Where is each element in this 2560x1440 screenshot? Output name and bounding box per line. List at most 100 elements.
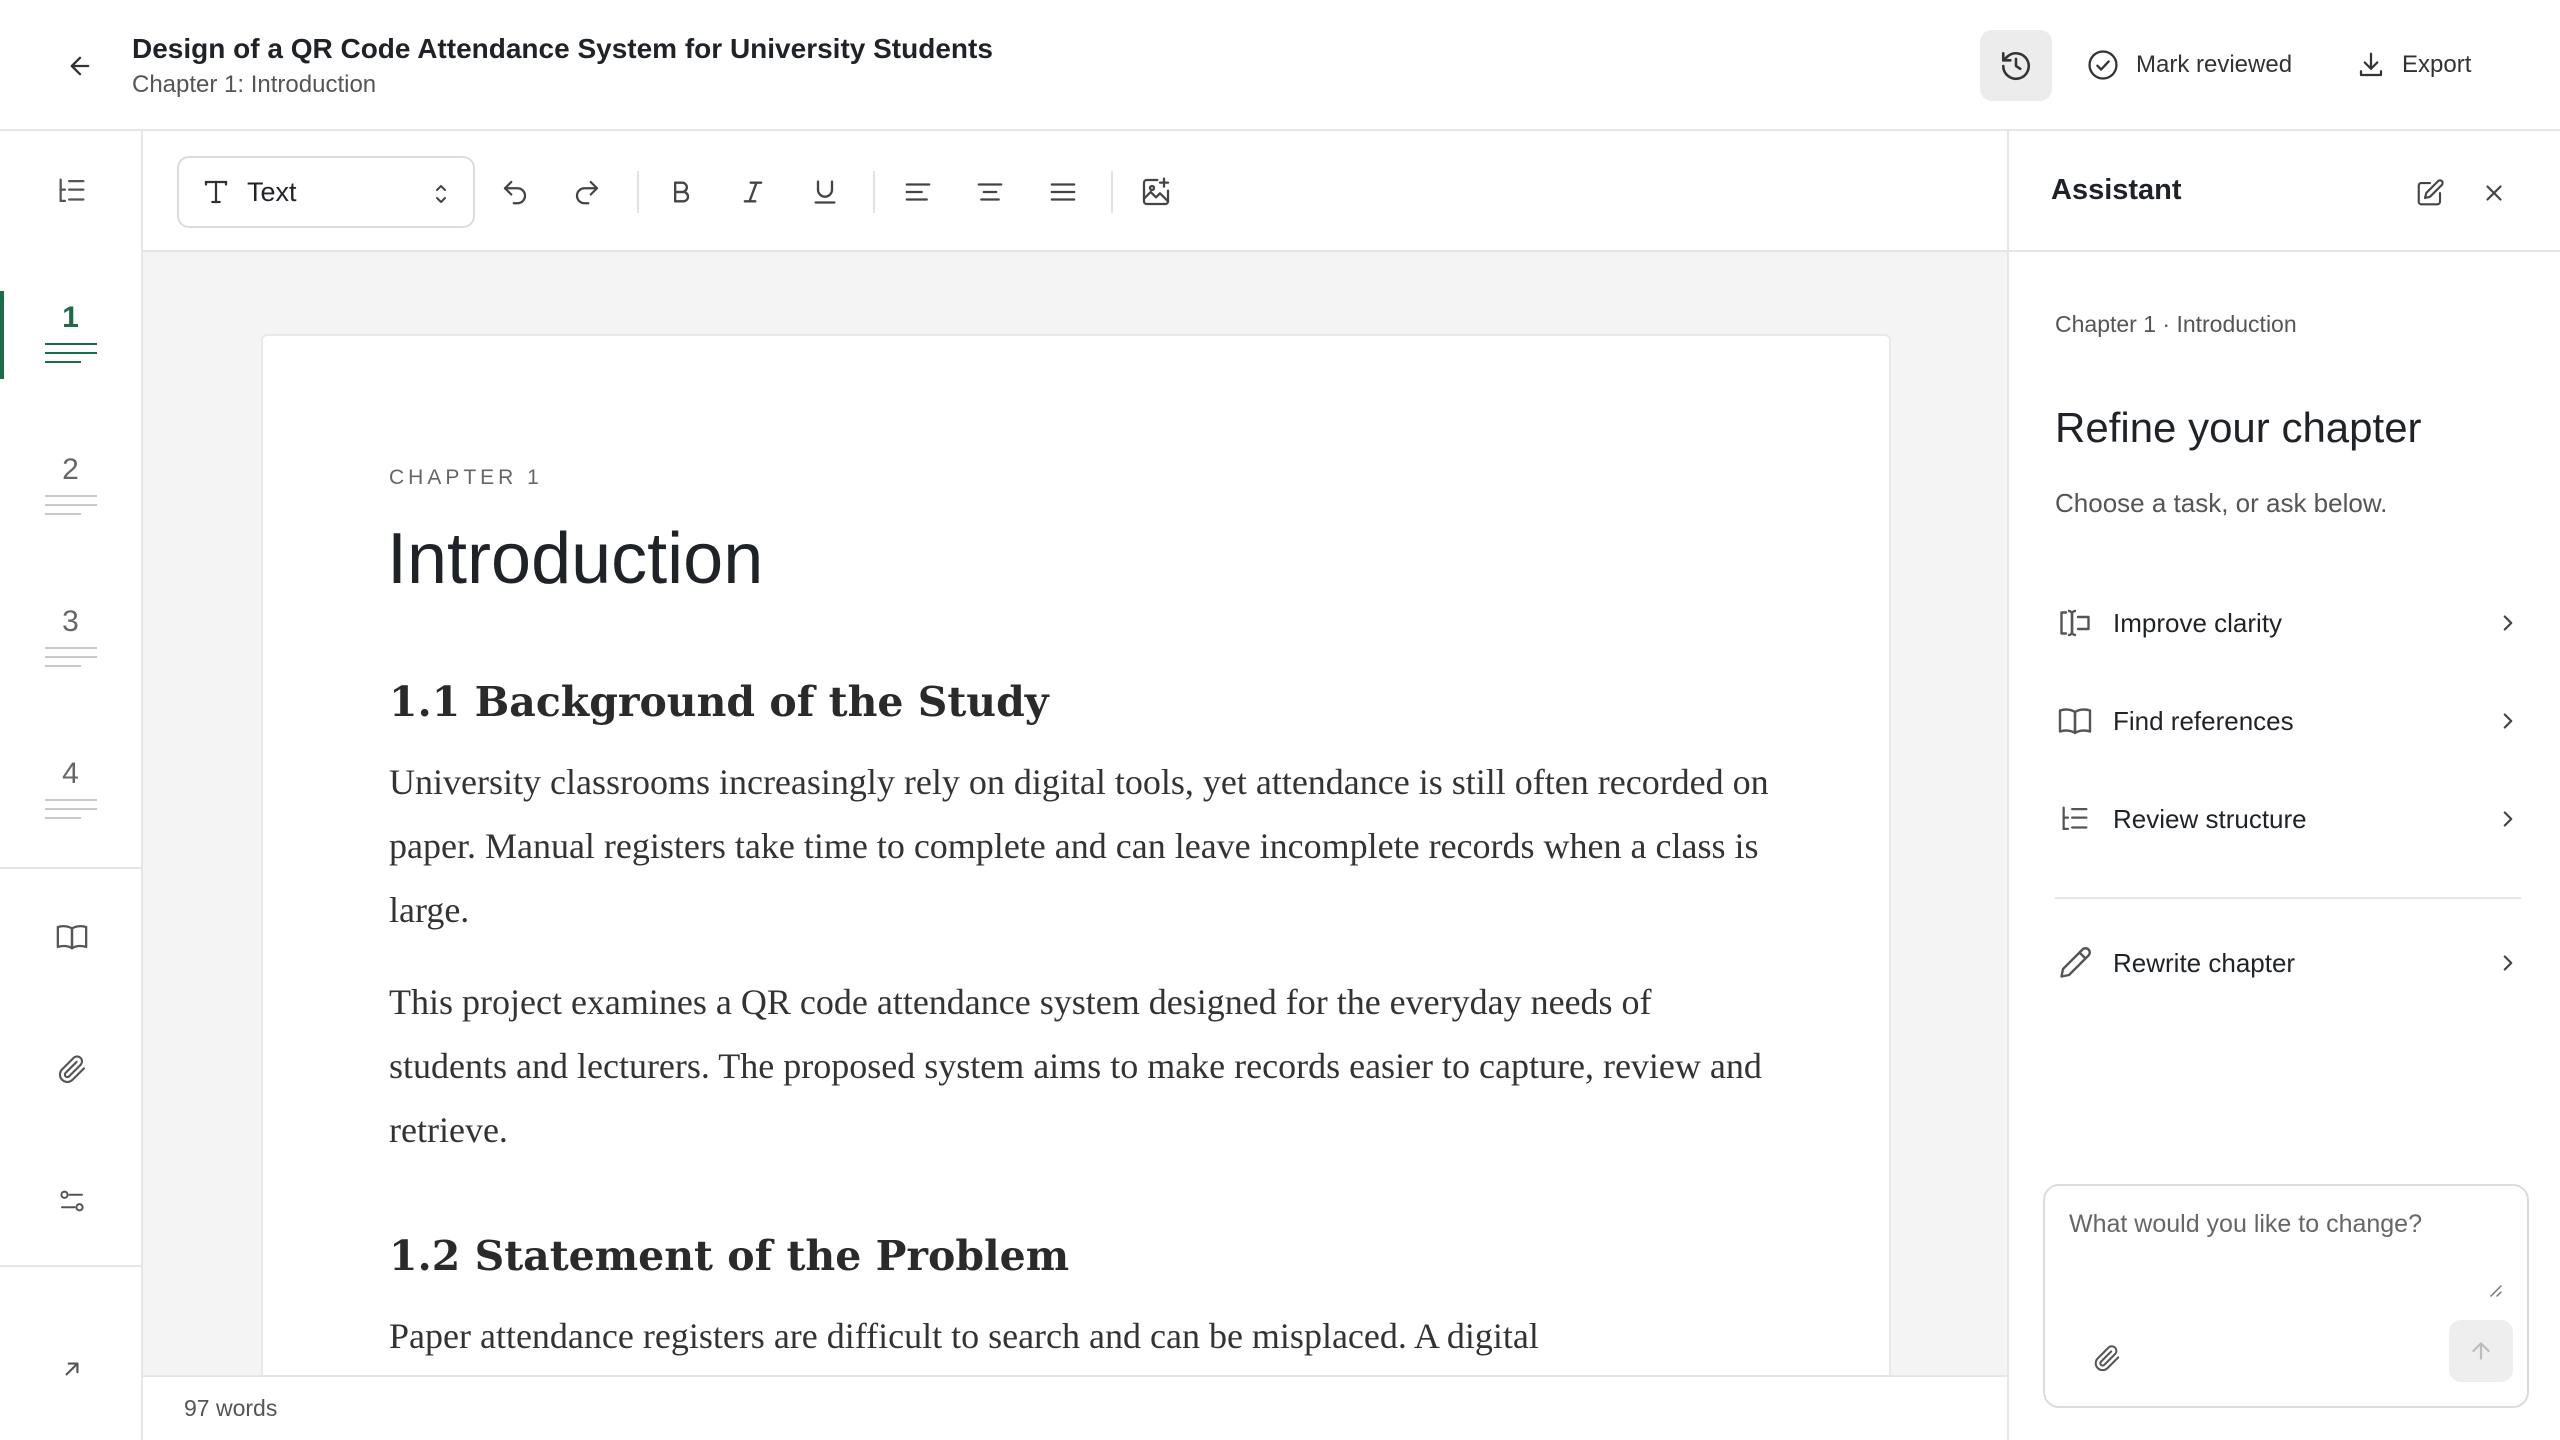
italic-button[interactable]: [729, 169, 777, 215]
history-button[interactable]: [1980, 30, 2052, 101]
left-rail: 1 2 3 4: [0, 131, 143, 1440]
undo-button[interactable]: [491, 169, 539, 215]
download-icon: [2359, 52, 2383, 77]
chapter-nav-item-1[interactable]: 1: [0, 291, 141, 403]
chapter-thumbnail: [45, 343, 97, 370]
send-button[interactable]: [2449, 1320, 2513, 1382]
paragraph[interactable]: University classrooms increasingly rely …: [389, 750, 1769, 942]
chapter-number: 1: [62, 301, 79, 334]
sliders-icon: [60, 1190, 84, 1212]
underline-button[interactable]: [801, 169, 849, 215]
align-left-icon: [905, 183, 931, 201]
pencil-icon: [2055, 943, 2095, 983]
section-heading[interactable]: 1.1 Background of the Study: [389, 678, 1049, 726]
text-style-select[interactable]: Text: [177, 156, 475, 228]
chapter-thumbnail: [45, 799, 97, 826]
mark-reviewed-button[interactable]: Mark reviewed: [2086, 38, 2292, 92]
close-assistant-button[interactable]: [2472, 171, 2516, 215]
redo-button[interactable]: [563, 169, 611, 215]
insert-image-button[interactable]: [1132, 169, 1180, 215]
align-center-button[interactable]: [966, 169, 1014, 215]
toolbar-separator: [1111, 171, 1113, 213]
task-find-references[interactable]: Find references: [2055, 685, 2521, 757]
assistant-header: Assistant: [2009, 131, 2560, 252]
edit-icon: [2417, 179, 2444, 206]
task-rewrite-chapter[interactable]: Rewrite chapter: [2055, 927, 2521, 999]
top-header: Design of a QR Code Attendance System fo…: [0, 0, 2560, 131]
word-count: 97 words: [184, 1395, 278, 1421]
chevron-right-icon: [2503, 713, 2513, 729]
attach-file-button[interactable]: [2085, 1336, 2129, 1380]
align-left-button[interactable]: [894, 169, 942, 215]
chapter-nav-item-4[interactable]: 4: [0, 747, 141, 859]
bold-button[interactable]: [657, 169, 705, 215]
export-button[interactable]: Export: [2356, 38, 2471, 92]
chapter-number: 2: [62, 453, 79, 486]
arrow-up-icon: [2472, 1342, 2490, 1360]
chapter-nav-item-3[interactable]: 3: [0, 595, 141, 707]
editor-canvas: CHAPTER 1 Introduction 1.1 Background of…: [143, 252, 2007, 1375]
align-center-icon: [977, 183, 1003, 201]
rail-divider: [0, 867, 141, 869]
back-button[interactable]: [52, 42, 108, 90]
resize-handle-icon[interactable]: [2487, 1282, 2503, 1298]
chapter-number: 3: [62, 605, 79, 638]
arrow-up-right-icon: [65, 1362, 79, 1376]
chevron-right-icon: [2503, 955, 2513, 971]
chapter-thumbnail: [45, 495, 97, 522]
close-icon: [2486, 185, 2502, 201]
assistant-composer: [2043, 1184, 2529, 1408]
chevron-up-down-icon: [436, 185, 446, 203]
task-label: Rewrite chapter: [2113, 947, 2296, 978]
section-heading[interactable]: 1.2 Statement of the Problem: [389, 1232, 1069, 1280]
paperclip-icon: [58, 1055, 86, 1083]
formatting-toolbar: Text: [143, 131, 2007, 252]
paperclip-icon: [2094, 1345, 2120, 1372]
assistant-title: Assistant: [2051, 174, 2182, 206]
rail-divider: [0, 1265, 141, 1267]
chapter-title[interactable]: Introduction: [387, 518, 763, 600]
new-chat-button[interactable]: [2408, 171, 2452, 215]
document-subtitle: Chapter 1: Introduction: [132, 71, 377, 98]
document-title: Design of a QR Code Attendance System fo…: [132, 33, 993, 64]
italic-icon: [743, 181, 763, 203]
toolbar-separator: [637, 171, 639, 213]
expand-button[interactable]: [40, 1341, 104, 1397]
settings-button[interactable]: [40, 1173, 104, 1229]
align-justify-button[interactable]: [1039, 169, 1087, 215]
outline-toggle-button[interactable]: [40, 163, 104, 219]
align-justify-icon: [1050, 183, 1076, 201]
paragraph[interactable]: This project examines a QR code attendan…: [389, 970, 1769, 1162]
chevron-right-icon: [2503, 615, 2513, 631]
toolbar-separator: [873, 171, 875, 213]
task-label: Review structure: [2113, 803, 2307, 834]
text-cursor-icon: [2055, 603, 2095, 643]
list-tree-icon: [2055, 799, 2095, 839]
check-circle-icon: [2088, 50, 2118, 80]
book-open-icon: [56, 925, 88, 950]
assistant-divider: [2055, 897, 2521, 899]
document-page[interactable]: CHAPTER 1 Introduction 1.1 Background of…: [261, 334, 1891, 1375]
chevron-right-icon: [2503, 811, 2513, 827]
references-button[interactable]: [40, 909, 104, 965]
chapter-thumbnail: [45, 647, 97, 674]
status-bar: 97 words: [143, 1375, 2007, 1440]
task-label: Improve clarity: [2113, 607, 2283, 638]
mark-reviewed-label: Mark reviewed: [2136, 51, 2293, 78]
task-review-structure[interactable]: Review structure: [2055, 783, 2521, 855]
type-icon: [204, 180, 228, 204]
history-icon: [2001, 51, 2031, 80]
task-label: Find references: [2113, 705, 2294, 736]
assistant-heading: Refine your chapter: [2055, 404, 2422, 451]
assistant-subheading: Choose a task, or ask below.: [2055, 488, 2388, 518]
undo-icon: [503, 180, 527, 205]
task-improve-clarity[interactable]: Improve clarity: [2055, 587, 2521, 659]
assistant-prompt-input[interactable]: [2069, 1210, 2489, 1270]
chapter-number: 4: [62, 757, 79, 790]
paragraph[interactable]: Paper attendance registers are difficult…: [389, 1304, 1769, 1368]
chapter-nav-item-2[interactable]: 2: [0, 443, 141, 555]
assistant-panel: Assistant Chapter 1 · Introduction Refin…: [2007, 131, 2560, 1440]
attachments-button[interactable]: [40, 1041, 104, 1097]
bold-icon: [674, 181, 690, 203]
export-label: Export: [2402, 51, 2472, 78]
